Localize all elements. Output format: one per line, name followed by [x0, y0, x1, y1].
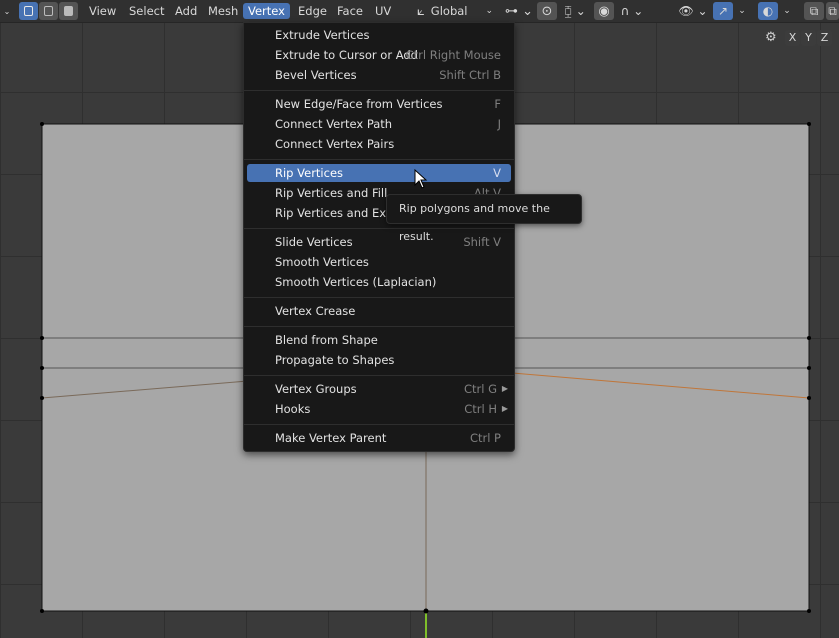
menu-vertex[interactable]: Vertex: [243, 3, 290, 19]
axis-y-button[interactable]: Y: [801, 30, 816, 46]
vertex-menu: Extrude Vertices Extrude to Cursor or Ad…: [243, 22, 515, 452]
menu-item-slide-vertices[interactable]: Slide Vertices Shift V: [247, 233, 511, 251]
menu-item-bevel-vertices[interactable]: Bevel Vertices Shift Ctrl B: [247, 66, 511, 84]
chevron-down-icon: ⌄: [485, 6, 493, 16]
mouse-cursor-icon: [414, 169, 428, 189]
menu-select[interactable]: Select: [124, 3, 169, 19]
edge-select-icon[interactable]: [39, 2, 58, 20]
menu-item-propagate-to-shapes[interactable]: Propagate to Shapes: [247, 351, 511, 369]
chevron-down-icon[interactable]: ⌄: [735, 2, 749, 20]
overlays-icon[interactable]: ◐: [758, 2, 778, 20]
snap-target-icon[interactable]: ⧮ ⌄: [560, 2, 590, 20]
menu-item-extrude-vertices[interactable]: Extrude Vertices: [247, 26, 511, 44]
menu-separator: [244, 90, 514, 91]
axis-x-button[interactable]: X: [785, 30, 800, 46]
transform-orientation-dropdown[interactable]: ⟀ Global ⌄: [417, 2, 495, 20]
chevron-down-icon[interactable]: ⌄: [780, 2, 794, 20]
menu-face[interactable]: Face: [332, 3, 368, 19]
proportional-edit-icon[interactable]: ◉: [594, 2, 614, 20]
visibility-icon[interactable]: 👁 ⌄: [678, 2, 708, 20]
face-select-icon[interactable]: [59, 2, 78, 20]
menu-view[interactable]: View: [84, 3, 121, 19]
vertex-select-icon[interactable]: [19, 2, 38, 20]
menu-item-connect-vertex-path[interactable]: Connect Vertex Path J: [247, 115, 511, 133]
snap-icon[interactable]: ⊙: [537, 2, 557, 20]
falloff-icon[interactable]: ∩ ⌄: [617, 2, 647, 20]
menu-item-vertex-crease[interactable]: Vertex Crease: [247, 302, 511, 320]
menu-mesh[interactable]: Mesh: [203, 3, 243, 19]
menu-item-blend-from-shape[interactable]: Blend from Shape: [247, 331, 511, 349]
orientation-label: Global: [430, 4, 468, 18]
tooltip: Rip polygons and move the result.: [386, 194, 582, 243]
transform-gizmo-icon[interactable]: ⚙: [765, 30, 777, 45]
menu-item-rip-vertices[interactable]: Rip Vertices V: [247, 164, 511, 182]
shading-icon[interactable]: ⧉: [826, 2, 839, 20]
viewport-header: ⌄ View Select Add Mesh Vertex Edge Face …: [0, 0, 839, 23]
orientation-icon: ⟀: [417, 3, 425, 19]
xray-icon[interactable]: ⧉: [804, 2, 824, 20]
menu-add[interactable]: Add: [170, 3, 202, 19]
menu-item-vertex-groups[interactable]: Vertex Groups Ctrl G ▶: [247, 380, 511, 398]
menu-item-hooks[interactable]: Hooks Ctrl H ▶: [247, 400, 511, 418]
menu-separator: [244, 326, 514, 327]
menu-separator: [244, 424, 514, 425]
menu-separator: [244, 297, 514, 298]
menu-item-new-edge-face[interactable]: New Edge/Face from Vertices F: [247, 95, 511, 113]
menu-separator: [244, 375, 514, 376]
menu-item-smooth-vertices-laplacian[interactable]: Smooth Vertices (Laplacian): [247, 273, 511, 291]
menu-edge[interactable]: Edge: [293, 3, 332, 19]
gizmo-icon[interactable]: ↗: [713, 2, 733, 20]
menu-uv[interactable]: UV: [370, 3, 396, 19]
axis-z-button[interactable]: Z: [817, 30, 832, 46]
chevron-down-icon[interactable]: ⌄: [2, 2, 12, 20]
submenu-arrow-icon: ▶: [501, 384, 508, 393]
menu-item-extrude-to-cursor[interactable]: Extrude to Cursor or Add Ctrl Right Mouse: [247, 46, 511, 64]
menu-item-smooth-vertices[interactable]: Smooth Vertices: [247, 253, 511, 271]
menu-separator: [244, 228, 514, 229]
pivot-point-icon[interactable]: ⊶ ⌄: [504, 2, 534, 20]
menu-item-connect-vertex-pairs[interactable]: Connect Vertex Pairs: [247, 135, 511, 153]
menu-item-make-vertex-parent[interactable]: Make Vertex Parent Ctrl P: [247, 429, 511, 447]
submenu-arrow-icon: ▶: [501, 404, 508, 413]
menu-separator: [244, 159, 514, 160]
